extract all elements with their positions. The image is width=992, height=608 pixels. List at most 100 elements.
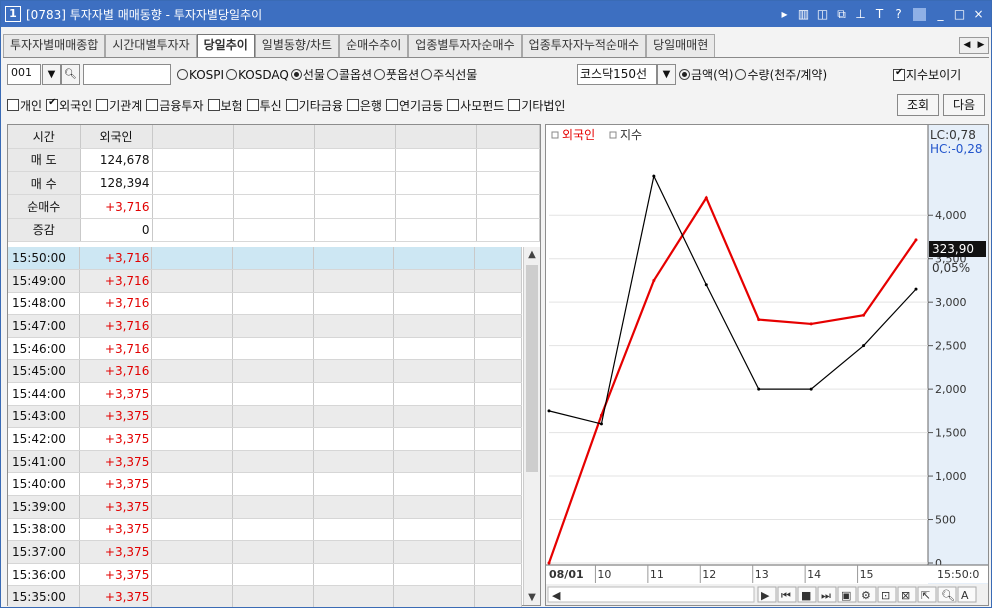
font-icon[interactable]: T [873, 7, 886, 21]
tab-2[interactable]: 당일추이 [196, 34, 255, 57]
investor-checkbox-7[interactable]: 은행 [346, 97, 382, 114]
table-row[interactable]: 15:50:00 +3,716 [8, 247, 522, 271]
x-tick-label: 11 [650, 568, 664, 581]
investor-checkbox-2[interactable]: 기관계 [96, 97, 142, 114]
investor-checkbox-10[interactable]: 기타법인 [508, 97, 565, 114]
market-radio-4[interactable]: 풋옵션 [374, 66, 419, 83]
investor-checkbox-0[interactable]: 개인 [7, 97, 42, 114]
tab-5[interactable]: 업종별투자자순매수 [408, 34, 522, 57]
investor-label: 사모펀드 [460, 98, 505, 113]
minimize-icon[interactable]: _ [934, 7, 947, 21]
help-icon[interactable]: ? [892, 7, 905, 21]
empty-cell [232, 427, 314, 451]
table-row[interactable]: 15:48:00 +3,716 [8, 292, 522, 316]
empty-cell [313, 450, 395, 474]
pin-icon[interactable]: ⊥ [854, 7, 867, 21]
table-row[interactable]: 15:38:00 +3,375 [8, 518, 522, 542]
tab-4[interactable]: 순매수추이 [339, 34, 409, 57]
investor-checkbox-1[interactable]: 외국인 [46, 97, 92, 114]
market-radio-5[interactable]: 주식선물 [421, 66, 477, 83]
series-point [547, 409, 551, 413]
close-icon[interactable]: × [972, 7, 985, 21]
query-button[interactable]: 조회 [897, 94, 939, 116]
scroll-down-icon[interactable]: ▼ [524, 592, 540, 603]
product-select[interactable]: 코스닥150선 [577, 64, 657, 85]
market-radio-1[interactable]: KOSDAQ [226, 68, 289, 82]
row-value: +3,716 [79, 269, 153, 293]
empty-cell [476, 171, 540, 196]
empty-cell [393, 247, 476, 271]
show-index-checkbox[interactable]: 지수보이기 [893, 64, 961, 85]
memo-icon[interactable]: ▥ [797, 7, 810, 21]
vertical-scrollbar[interactable]: ▲ ▼ [523, 247, 540, 605]
code-input[interactable]: 001 [7, 64, 41, 85]
text-icon: A [961, 589, 969, 602]
table-row[interactable]: 15:47:00 +3,716 [8, 314, 522, 338]
y-tick-label: 2,000 [935, 383, 967, 396]
tab-right-icon[interactable]: ▶ [974, 38, 988, 53]
investor-checkbox-9[interactable]: 사모펀드 [447, 97, 504, 114]
investor-checkbox-4[interactable]: 보험 [207, 97, 243, 114]
table-row[interactable]: 15:45:00 +3,716 [8, 359, 522, 384]
table-row[interactable]: 15:49:00 +3,716 [8, 269, 522, 293]
code-dropdown-arrow-icon[interactable]: ▼ [42, 64, 61, 85]
radio-icon [290, 69, 302, 80]
product-dropdown-arrow-icon[interactable]: ▼ [657, 64, 676, 85]
table-row[interactable]: 15:37:00 +3,375 [8, 540, 522, 564]
empty-cell [474, 292, 522, 316]
table-row[interactable]: 15:39:00 +3,375 [8, 495, 522, 519]
market-radio-0[interactable]: KOSPI [177, 68, 224, 82]
market-radio-2[interactable]: 선물 [290, 66, 325, 83]
checkbox-icon [46, 97, 59, 111]
empty-cell [151, 405, 234, 429]
scroll-thumb[interactable] [526, 265, 538, 472]
market-label: 콜옵션 [338, 68, 373, 82]
chart-scroll-track[interactable] [547, 586, 755, 603]
table-row[interactable]: 15:35:00 +3,375 [8, 585, 522, 607]
split-icon[interactable]: ◫ [816, 7, 829, 21]
tab-left-icon[interactable]: ◀ [960, 38, 974, 53]
tab-0[interactable]: 투자자별매매종합 [3, 34, 106, 57]
empty-cell [474, 540, 522, 564]
check-icon [893, 67, 905, 81]
empty-cell [393, 314, 476, 338]
radio-icon [421, 69, 433, 80]
stop-icon: ■ [801, 589, 811, 602]
tab-1[interactable]: 시간대별투자자 [105, 34, 197, 57]
empty-cell [151, 292, 234, 316]
tab-6[interactable]: 업종투자자누적순매수 [521, 34, 647, 57]
trend-chart[interactable]: 4,0003,5003,0002,5002,0001,5001,00050000… [546, 125, 988, 605]
table-row[interactable]: 15:46:00 +3,716 [8, 337, 522, 361]
empty-cell [232, 495, 314, 519]
investor-checkbox-8[interactable]: 연기금등 [385, 97, 443, 114]
current-price-value: 323,90 [932, 242, 974, 256]
investor-checkbox-3[interactable]: 금융투자 [146, 97, 204, 114]
tab-7[interactable]: 당일매매현 [646, 34, 716, 57]
table-row[interactable]: 15:41:00 +3,375 [8, 450, 522, 474]
scroll-up-icon[interactable]: ▲ [524, 249, 540, 260]
table-row[interactable]: 15:43:00 +3,375 [8, 405, 522, 429]
investor-checkbox-5[interactable]: 투신 [246, 97, 282, 114]
next-button[interactable]: 다음 [943, 94, 985, 116]
tab-3[interactable]: 일별동향/차트 [254, 34, 340, 57]
search-icon[interactable]: 🔍︎ [61, 64, 80, 85]
table-row[interactable]: 15:42:00 +3,375 [8, 427, 522, 451]
empty-cell [393, 472, 476, 497]
table-row[interactable]: 15:40:00 +3,375 [8, 472, 522, 497]
table-row[interactable]: 15:36:00 +3,375 [8, 563, 522, 587]
market-radio-3[interactable]: 콜옵션 [326, 66, 373, 83]
copy-icon[interactable]: ⧉ [835, 7, 848, 22]
play-icon[interactable]: ▸ [778, 7, 791, 21]
scroll-left-icon[interactable]: ◀ [552, 589, 561, 602]
unit-radio-1[interactable]: 수량(천주/계약) [735, 66, 827, 83]
legend-marker [609, 131, 617, 139]
radio-icon [177, 68, 188, 80]
empty-cell [151, 382, 234, 406]
unit-radio-0[interactable]: 금액(억) [679, 66, 733, 83]
maximize-icon[interactable]: □ [953, 7, 966, 21]
investor-checkbox-6[interactable]: 기타금융 [285, 97, 343, 114]
row-value: +3,375 [79, 563, 153, 587]
table-row[interactable]: 15:44:00 +3,375 [8, 382, 522, 406]
row-time: 15:48:00 [8, 292, 81, 316]
name-input[interactable] [83, 64, 171, 85]
